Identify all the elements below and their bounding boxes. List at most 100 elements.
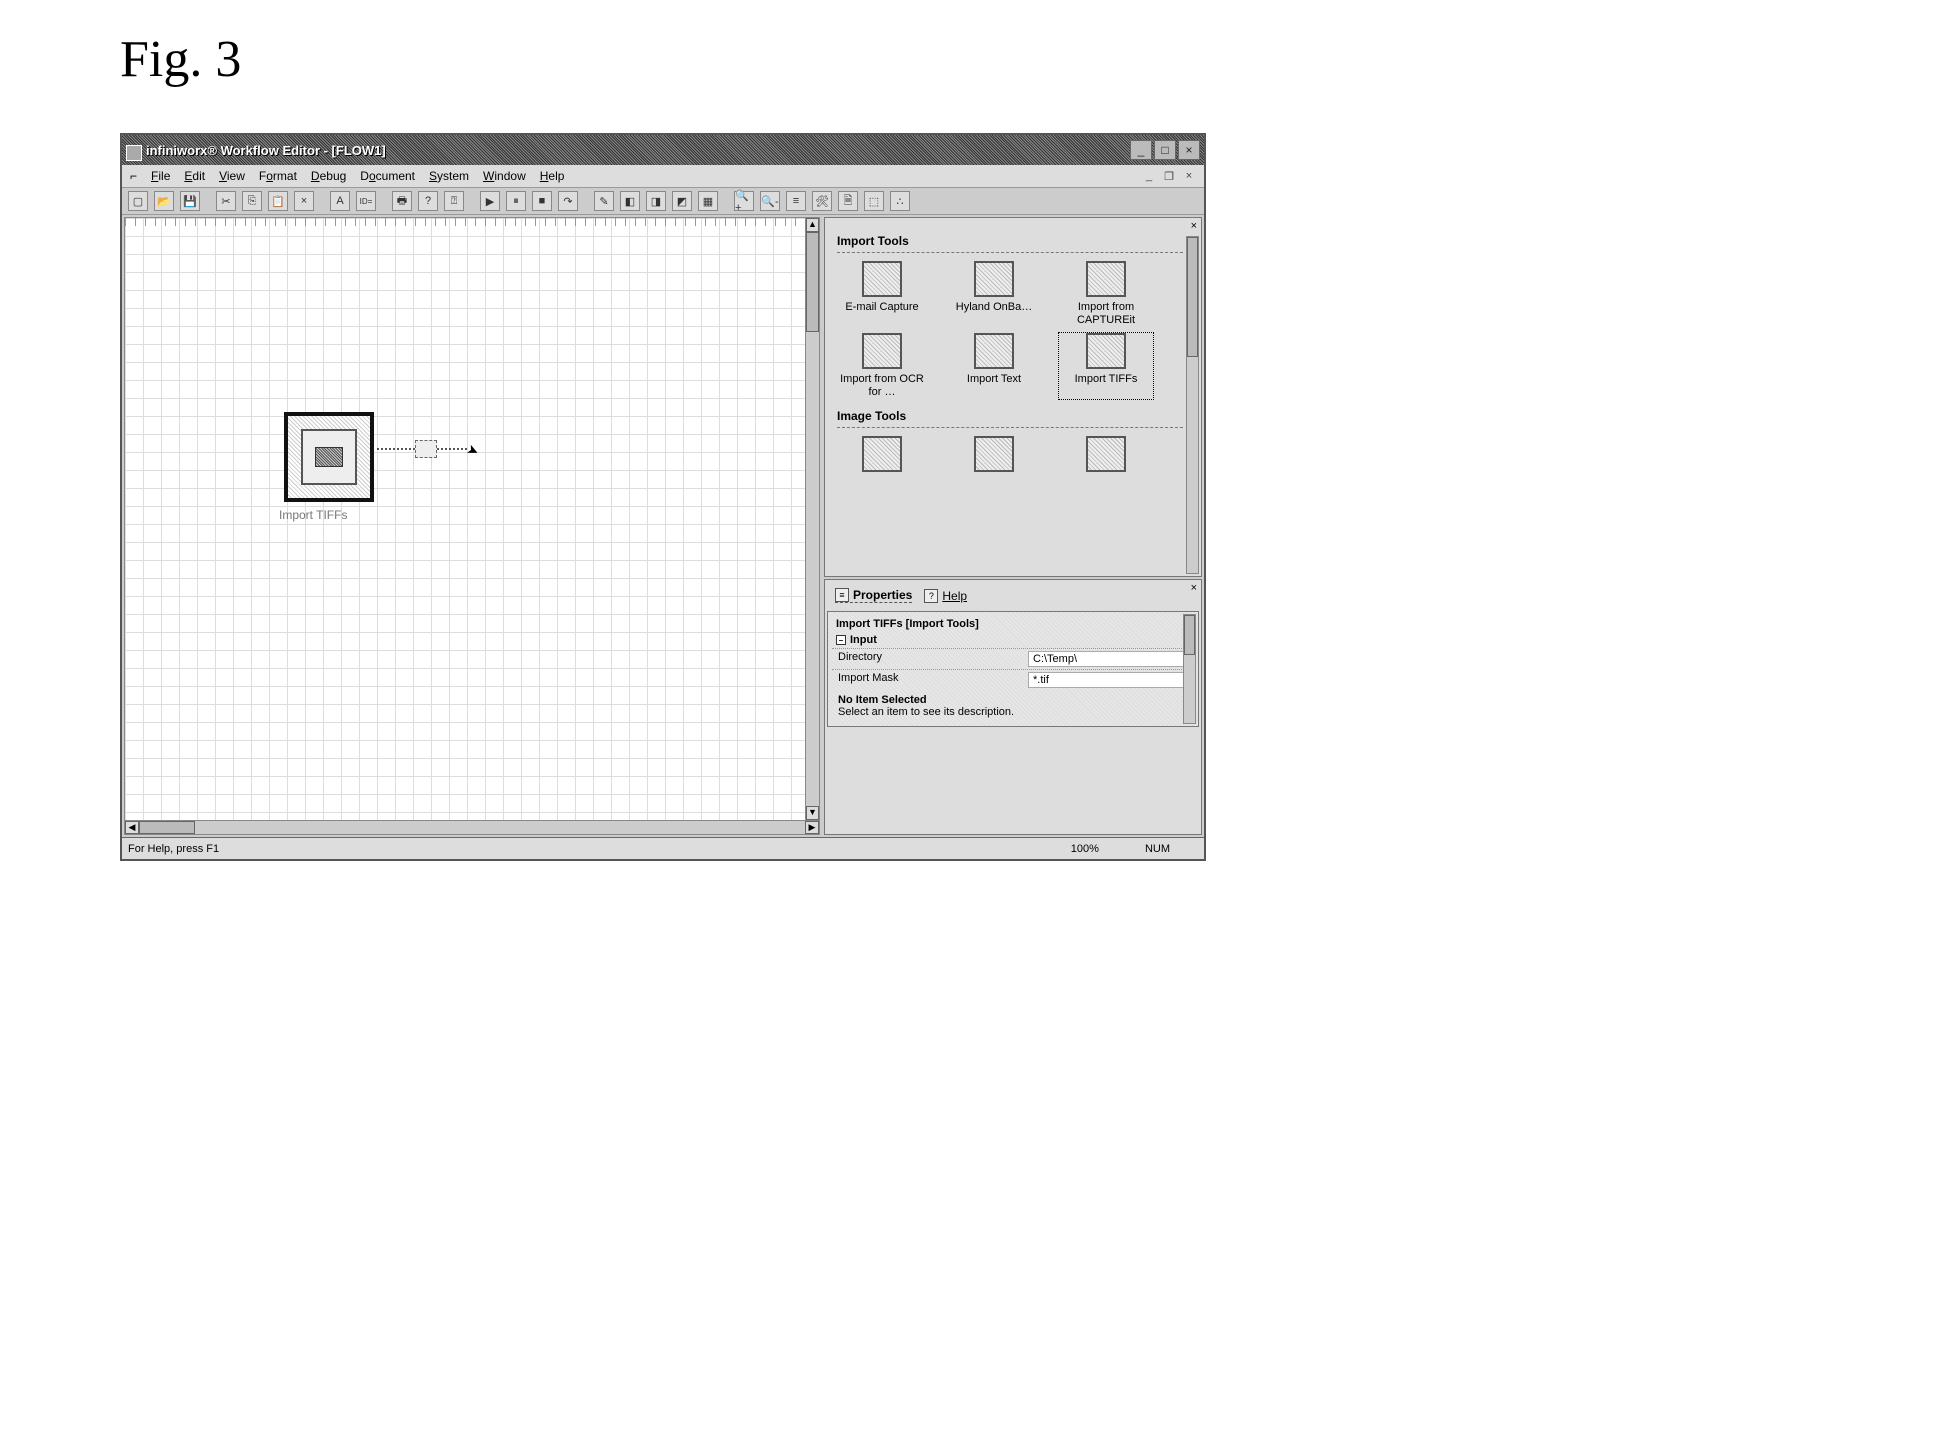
scroll-right-icon[interactable]: ▶ [805, 821, 819, 834]
edit-icon[interactable]: ✎ [594, 191, 614, 211]
image-tool-3[interactable] [1059, 436, 1153, 476]
toolbar: ▢ 📂 💾 ✂ ⎘ 📋 × A ID= 🖶 ? ⍰ ▶ ⏸ ■ ↷ ✎ ◧ ◨ … [122, 187, 1204, 215]
prop-key: Directory [838, 651, 1028, 667]
tiff-icon [315, 447, 343, 467]
prop-value-mask[interactable] [1028, 672, 1188, 688]
maximize-button[interactable]: □ [1154, 140, 1176, 160]
context-help-icon[interactable]: ⍰ [444, 191, 464, 211]
menu-file[interactable]: File [151, 169, 170, 183]
workflow-canvas[interactable]: Import TIFFs ➤ ▲ ▼ ◀ ▶ [124, 217, 820, 835]
close-button[interactable]: × [1178, 140, 1200, 160]
toolbox-group-image: Image Tools [837, 409, 1183, 428]
stop-icon[interactable]: ■ [532, 191, 552, 211]
menu-document[interactable]: Document [360, 169, 415, 183]
tool-label: Import TIFFs [1059, 373, 1153, 386]
toolbox-group-import: Import Tools [837, 234, 1183, 253]
canvas-vscroll[interactable]: ▲ ▼ [805, 218, 819, 820]
tool-label: Import from OCR for … [835, 373, 929, 399]
zoom-out-icon[interactable]: 🔍- [760, 191, 780, 211]
menu-view[interactable]: View [219, 169, 245, 183]
pause-icon[interactable]: ⏸ [506, 191, 526, 211]
menu-edit[interactable]: Edit [184, 169, 205, 183]
menu-format[interactable]: Format [259, 169, 297, 183]
collapse-icon[interactable]: – [836, 635, 846, 645]
toolbox-close-icon[interactable]: × [1191, 220, 1197, 232]
tool-hyland-onbase[interactable]: Hyland OnBa… [947, 261, 1041, 327]
id-tool-icon[interactable]: ID= [356, 191, 376, 211]
tool-import-captureit[interactable]: Import from CAPTUREit [1059, 261, 1153, 327]
properties-scroll-thumb[interactable] [1184, 615, 1195, 655]
prop-key: Import Mask [838, 672, 1028, 688]
save-icon[interactable]: 💾 [180, 191, 200, 211]
properties-scrollbar[interactable] [1183, 614, 1196, 724]
image-tool-2[interactable] [947, 436, 1041, 476]
tool-c-icon[interactable]: ◩ [672, 191, 692, 211]
hyland-icon [974, 261, 1014, 297]
mdi-minimize-button[interactable]: _ [1142, 170, 1156, 183]
tool-label: Hyland OnBa… [947, 301, 1041, 314]
tool-label: Import from CAPTUREit [1059, 301, 1153, 327]
properties-close-icon[interactable]: × [1191, 582, 1197, 594]
email-capture-icon [862, 261, 902, 297]
minimize-button[interactable]: _ [1130, 140, 1152, 160]
vscroll-thumb[interactable] [806, 232, 819, 332]
scroll-down-icon[interactable]: ▼ [806, 806, 819, 820]
title-bar[interactable]: infiniworx® Workflow Editor - [FLOW1] _ … [122, 135, 1204, 165]
mdi-close-button[interactable]: × [1182, 170, 1196, 183]
mdi-restore-button[interactable]: ❐ [1162, 170, 1176, 183]
tool-b-icon[interactable]: ◨ [646, 191, 666, 211]
doc-icon[interactable]: 🗎 [838, 191, 858, 211]
captureit-icon [1086, 261, 1126, 297]
canvas-hscroll[interactable]: ◀ ▶ [125, 820, 819, 834]
toolbox-scrollbar[interactable] [1186, 236, 1199, 574]
help-icon[interactable]: ? [418, 191, 438, 211]
copy-icon[interactable]: ⎘ [242, 191, 262, 211]
toolbox-scroll-thumb[interactable] [1187, 237, 1198, 357]
tool-import-tiffs[interactable]: Import TIFFs [1059, 333, 1153, 399]
tool-label: Import Text [947, 373, 1041, 386]
grid-icon[interactable]: ▦ [698, 191, 718, 211]
canvas-node-import-tiffs[interactable] [284, 412, 374, 502]
image-tool-icon [1086, 436, 1126, 472]
app-window: infiniworx® Workflow Editor - [FLOW1] _ … [120, 133, 1206, 861]
open-icon[interactable]: 📂 [154, 191, 174, 211]
tool-email-capture[interactable]: E-mail Capture [835, 261, 929, 327]
run-icon[interactable]: ▶ [480, 191, 500, 211]
cut-icon[interactable]: ✂ [216, 191, 236, 211]
scroll-up-icon[interactable]: ▲ [806, 218, 819, 232]
tool-import-ocr[interactable]: Import from OCR for … [835, 333, 929, 399]
image-tool-icon [974, 436, 1014, 472]
content-area: Import TIFFs ➤ ▲ ▼ ◀ ▶ × [122, 215, 1204, 837]
scroll-left-icon[interactable]: ◀ [125, 821, 139, 834]
tool-import-text[interactable]: Import Text [947, 333, 1041, 399]
image-tool-icon [862, 436, 902, 472]
tab-properties[interactable]: ≡ Properties [835, 588, 912, 603]
properties-group-input[interactable]: – Input [832, 632, 1194, 648]
tab-help[interactable]: ? Help [924, 588, 967, 603]
tool-a-icon[interactable]: ◧ [620, 191, 640, 211]
misc-icon[interactable]: ∴ [890, 191, 910, 211]
menu-system[interactable]: System [429, 169, 469, 183]
text-icon [974, 333, 1014, 369]
ocr-icon [862, 333, 902, 369]
tools-icon[interactable]: 🛠 [812, 191, 832, 211]
list-icon[interactable]: ≡ [786, 191, 806, 211]
delete-icon[interactable]: × [294, 191, 314, 211]
print-icon[interactable]: 🖶 [392, 191, 412, 211]
menu-window[interactable]: Window [483, 169, 526, 183]
text-tool-icon[interactable]: A [330, 191, 350, 211]
mdi-sys-icon[interactable]: ⌐ [130, 169, 137, 183]
connector-endpoint[interactable] [415, 440, 437, 458]
zoom-in-icon[interactable]: 🔍+ [734, 191, 754, 211]
step-icon[interactable]: ↷ [558, 191, 578, 211]
menu-help[interactable]: Help [540, 169, 565, 183]
properties-panel: × ≡ Properties ? Help Import TIFFs [824, 579, 1202, 835]
prop-value-directory[interactable] [1028, 651, 1188, 667]
menu-debug[interactable]: Debug [311, 169, 346, 183]
new-icon[interactable]: ▢ [128, 191, 148, 211]
no-item-desc: Select an item to see its description. [838, 706, 1188, 718]
hscroll-thumb[interactable] [139, 821, 195, 834]
crop-icon[interactable]: ⬚ [864, 191, 884, 211]
image-tool-1[interactable] [835, 436, 929, 476]
paste-icon[interactable]: 📋 [268, 191, 288, 211]
